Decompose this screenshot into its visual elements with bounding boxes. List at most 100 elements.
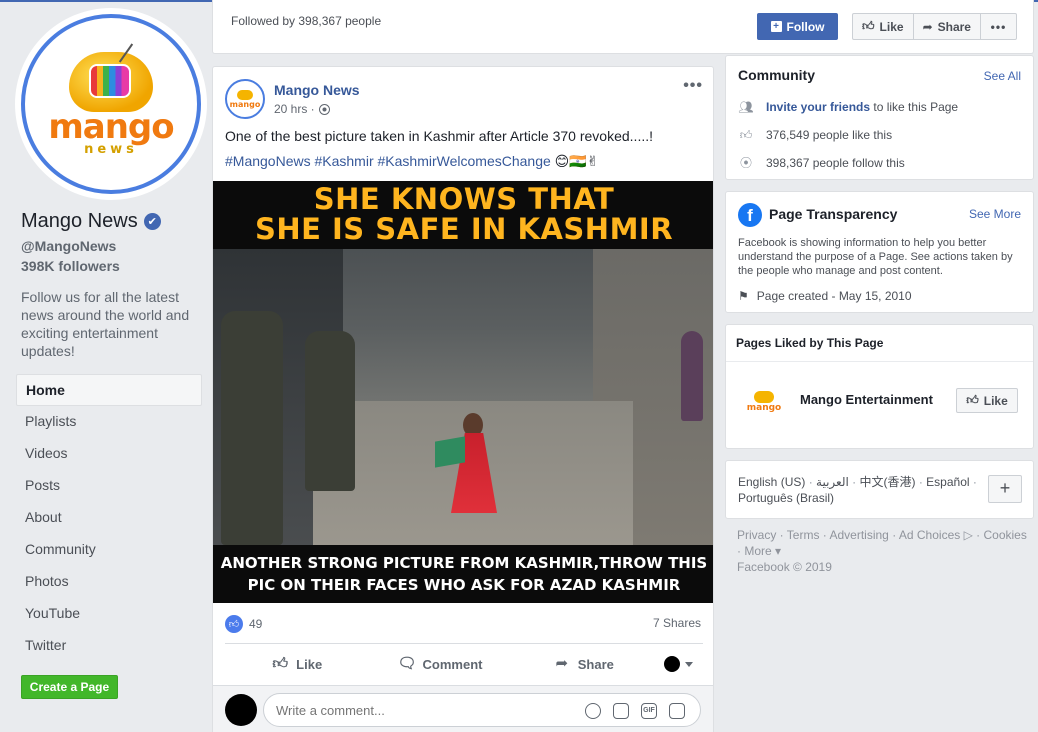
post-author-avatar[interactable]: mango <box>225 79 265 119</box>
nav-item-twitter[interactable]: Twitter <box>16 630 202 662</box>
post-like-button[interactable]: 👍︎ Like <box>225 656 368 672</box>
page-transparency-card: f Page Transparency See More Facebook is… <box>725 191 1034 313</box>
community-card: Community See All 👥︎ Invite your friends… <box>725 55 1034 180</box>
invite-friends-row: 👥︎ Invite your friends to like this Page <box>738 100 958 114</box>
page-footer: Privacy · Terms · Advertising · Ad Choic… <box>737 528 1027 574</box>
liked-page-like-button[interactable]: 👍︎ Like <box>956 388 1018 413</box>
community-see-all-link[interactable]: See All <box>984 69 1021 83</box>
language-spanish[interactable]: Español <box>926 475 969 489</box>
post-hashtags[interactable]: #MangoNews #Kashmir #KashmirWelcomesChan… <box>225 153 598 170</box>
comment-composer: GIF <box>213 686 713 732</box>
invite-friends-link[interactable]: Invite your friends <box>766 100 870 114</box>
more-languages-button[interactable]: + <box>988 475 1022 503</box>
people-icon: 👥︎ <box>738 100 754 114</box>
post-author-name[interactable]: Mango News <box>274 82 360 98</box>
nav-item-photos[interactable]: Photos <box>16 566 202 598</box>
nav-item-home[interactable]: Home <box>16 374 202 406</box>
divider <box>225 643 703 644</box>
pages-liked-title: Pages Liked by This Page <box>736 336 884 350</box>
photo-headline-2: SHE IS SAFE IN KASHMIR <box>254 212 674 246</box>
post-comment-button[interactable]: 🗨︎ Comment <box>368 656 511 672</box>
logo-subtext: news <box>84 142 138 157</box>
post-photo[interactable]: SHE KNOWS THAT SHE IS SAFE IN KASHMIR AN… <box>213 181 713 603</box>
footer-advertising-link[interactable]: Advertising <box>829 528 888 542</box>
footer-more-link[interactable]: More <box>744 544 771 558</box>
share-arrow-icon: ➦ <box>922 19 933 34</box>
language-portuguese[interactable]: Português (Brasil) <box>738 491 834 505</box>
share-arrow-icon: ➦ <box>555 655 569 672</box>
transparency-title: Page Transparency <box>769 206 898 222</box>
gif-icon[interactable]: GIF <box>641 703 657 719</box>
photo-pedestrian <box>681 331 703 421</box>
sticker-icon[interactable] <box>669 703 685 719</box>
emoji-icon[interactable] <box>585 703 601 719</box>
followed-by-text: Followed by 398,367 people <box>231 14 382 28</box>
post-timestamp[interactable]: 20 hrs · <box>274 102 330 116</box>
thumbs-up-icon: 👍︎ <box>966 393 979 407</box>
post-comment-label: Comment <box>422 656 483 672</box>
page-follows-row: ⦿ 398,367 people follow this <box>738 156 905 170</box>
hashtag-links[interactable]: #MangoNews #Kashmir #KashmirWelcomesChan… <box>225 153 551 169</box>
page-follows-text: 398,367 people follow this <box>766 156 905 170</box>
post-emoji: 😊🇮🇳✌ <box>554 153 599 169</box>
page-like-button[interactable]: 👍︎ Like <box>853 14 913 39</box>
mango-entertainment-logo-icon[interactable]: mango <box>744 381 784 421</box>
like-reaction-icon: 👍︎ <box>225 615 243 633</box>
nav-item-posts[interactable]: Posts <box>16 470 202 502</box>
pages-liked-header: Pages Liked by This Page <box>726 325 1033 362</box>
page-share-button[interactable]: ➦ Share <box>912 14 980 39</box>
share-count[interactable]: 7 Shares <box>653 616 701 630</box>
liked-page-name[interactable]: Mango Entertainment <box>800 392 933 407</box>
language-english[interactable]: English (US) <box>738 475 805 489</box>
page-action-bar: Followed by 398,367 people + Follow 👍︎ L… <box>212 0 1034 54</box>
footer-cookies-link[interactable]: Cookies <box>984 528 1027 542</box>
reaction-summary[interactable]: 👍︎ 49 <box>225 615 262 633</box>
mini-mango-logo-icon: mango <box>230 89 260 109</box>
page-share-label: Share <box>937 19 971 34</box>
user-avatar <box>664 656 681 672</box>
facebook-logo-icon: f <box>738 203 762 227</box>
language-card: English (US) · العربية · 中文(香港) · Españo… <box>725 460 1034 519</box>
community-title: Community <box>738 67 815 83</box>
transparency-see-more-link[interactable]: See More <box>969 207 1021 221</box>
transparency-description: Facebook is showing information to help … <box>738 237 1013 277</box>
nav-item-community[interactable]: Community <box>16 534 202 566</box>
follow-label: Follow <box>786 19 825 34</box>
page-likes-row: 👍︎ 376,549 people like this <box>738 128 892 142</box>
create-page-button[interactable]: Create a Page <box>21 675 118 699</box>
page-likes-text: 376,549 people like this <box>766 128 893 142</box>
audience-selector[interactable] <box>655 656 703 672</box>
page-name-text: Mango News <box>21 210 138 232</box>
mango-news-logo: mango news <box>47 40 175 168</box>
page-created-text: Page created - May 15, 2010 <box>756 289 912 303</box>
footer-adchoices-link[interactable]: Ad Choices <box>899 528 960 542</box>
page-handle[interactable]: @MangoNews <box>21 238 116 254</box>
reaction-count: 49 <box>249 617 263 631</box>
post-text: One of the best picture taken in Kashmir… <box>225 128 653 144</box>
page-more-button[interactable]: ••• <box>979 14 1016 39</box>
camera-icon[interactable] <box>613 703 629 719</box>
footer-terms-link[interactable]: Terms <box>787 528 820 542</box>
globe-icon <box>318 103 330 115</box>
language-arabic[interactable]: العربية <box>816 475 849 489</box>
nav-item-videos[interactable]: Videos <box>16 438 202 470</box>
nav-item-youtube[interactable]: YouTube <box>16 598 202 630</box>
photo-soldier-2 <box>305 331 355 491</box>
post-share-button[interactable]: ➦ Share <box>512 656 655 672</box>
photo-caption-2: PIC ON THEIR FACES WHO ASK FOR AZAD KASH… <box>247 576 681 594</box>
followers-count: 398K followers <box>21 258 120 274</box>
language-chinese[interactable]: 中文(香港) <box>860 475 916 489</box>
post-options-button[interactable]: ••• <box>683 77 703 95</box>
comment-tools: GIF <box>585 703 685 719</box>
post-share-label: Share <box>577 656 614 672</box>
nav-item-about[interactable]: About <box>16 502 202 534</box>
invite-rest-text: to like this Page <box>873 100 959 114</box>
thumbs-up-icon: 👍︎ <box>272 655 288 672</box>
post-like-label: Like <box>296 656 323 672</box>
page-title[interactable]: Mango News ✔ <box>21 210 161 233</box>
follow-button[interactable]: + Follow <box>757 13 838 40</box>
page-profile-picture[interactable]: mango news <box>21 14 201 194</box>
nav-item-playlists[interactable]: Playlists <box>16 406 202 438</box>
footer-privacy-link[interactable]: Privacy <box>737 528 776 542</box>
photo-headline-1: SHE KNOWS THAT <box>313 182 615 216</box>
